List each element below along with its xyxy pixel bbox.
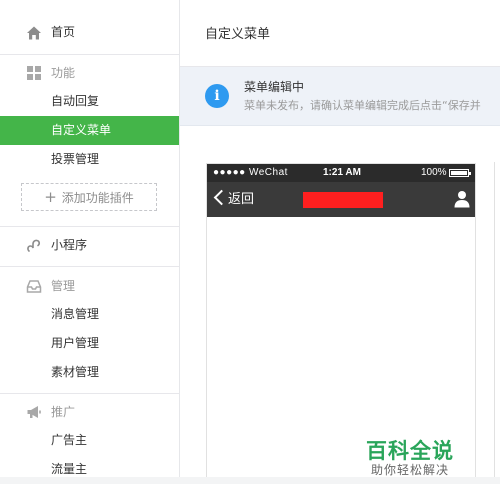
sidebar-item-label: 消息管理 — [51, 307, 100, 321]
notice-description: 菜单未发布，请确认菜单编辑完成后点击“保存并 — [244, 99, 481, 112]
user-icon[interactable] — [454, 190, 470, 208]
sidebar-item-advertiser[interactable]: 广告主 — [0, 426, 179, 455]
divider — [0, 226, 179, 227]
watermark-tagline: 助你轻松解决 — [370, 463, 449, 477]
sidebar-item-vote-manage[interactable]: 投票管理 — [0, 145, 179, 174]
sidebar-item-mini-program[interactable]: 小程序 — [0, 231, 179, 260]
sidebar-item-home[interactable]: 首页 — [0, 18, 179, 47]
sidebar-item-label: 投票管理 — [51, 152, 100, 166]
sidebar-item-user-manage[interactable]: 用户管理 — [0, 329, 179, 358]
title-bar: 自定义菜单 — [180, 0, 500, 67]
sidebar-item-label: 用户管理 — [51, 336, 100, 350]
divider — [0, 266, 179, 267]
section-heading: 管理 — [51, 279, 76, 293]
sidebar-item-label: 素材管理 — [51, 365, 100, 379]
sidebar-item-material-manage[interactable]: 素材管理 — [0, 358, 179, 387]
divider — [0, 393, 179, 394]
sidebar-section-manage: 管理 — [0, 271, 179, 300]
watermark-logo: 百科全说 助你轻松解决 — [365, 439, 455, 477]
grid-icon — [27, 66, 41, 80]
sidebar: 首页 功能 自动回复 自定义菜单 投票管理 + 添加功能插件 小程序 管理 消息… — [0, 0, 180, 477]
notice-title: 菜单编辑中 — [244, 80, 305, 94]
sidebar-item-label: 首页 — [51, 25, 76, 39]
sidebar-item-custom-menu[interactable]: 自定义菜单 — [0, 116, 179, 145]
notice-banner: i 菜单编辑中 菜单未发布，请确认菜单编辑完成后点击“保存并 — [180, 67, 500, 126]
plus-icon: + — [44, 187, 57, 206]
chevron-left-icon[interactable] — [213, 189, 230, 206]
sidebar-item-label: 广告主 — [51, 433, 88, 447]
sidebar-item-label: 自动回复 — [51, 94, 100, 108]
sidebar-item-publisher[interactable]: 流量主 — [0, 455, 179, 484]
watermark-brand: 百科全说 — [366, 439, 454, 463]
sidebar-section-promote: 推广 — [0, 397, 179, 426]
sidebar-item-label: 自定义菜单 — [51, 123, 112, 137]
battery-icon — [449, 169, 471, 177]
battery-percent: 100% — [421, 167, 447, 178]
sidebar-item-auto-reply[interactable]: 自动回复 — [0, 87, 179, 116]
divider — [0, 54, 179, 55]
add-plugin-label: 添加功能插件 — [61, 190, 134, 205]
section-heading: 推广 — [51, 405, 76, 419]
section-heading: 功能 — [51, 66, 76, 80]
sidebar-item-label: 流量主 — [51, 462, 88, 476]
inbox-icon — [26, 280, 42, 293]
page-title: 自定义菜单 — [205, 27, 271, 42]
sidebar-section-features: 功能 — [0, 58, 179, 87]
sidebar-item-message-manage[interactable]: 消息管理 — [0, 300, 179, 329]
back-button[interactable]: 返回 — [228, 191, 254, 208]
phone-nav-bar: 返回 — [207, 182, 475, 217]
sidebar-item-label: 小程序 — [51, 238, 88, 252]
mini-program-icon — [27, 239, 41, 252]
menu-settings-panel — [494, 162, 500, 477]
redacted-account-name — [303, 192, 383, 208]
menu-editor: ●●●●● WeChat 1:21 AM 100% 返回 百科全说 助你轻松解决 — [180, 126, 500, 477]
main-panel: 自定义菜单 i 菜单编辑中 菜单未发布，请确认菜单编辑完成后点击“保存并 ●●●… — [180, 0, 500, 477]
add-plugin-button[interactable]: + 添加功能插件 — [21, 183, 157, 211]
home-icon — [27, 26, 41, 40]
phone-preview: ●●●●● WeChat 1:21 AM 100% 返回 百科全说 助你轻松解决 — [206, 163, 476, 477]
phone-status-bar: ●●●●● WeChat 1:21 AM 100% — [207, 164, 475, 182]
megaphone-icon — [27, 406, 41, 418]
info-icon: i — [205, 84, 229, 108]
